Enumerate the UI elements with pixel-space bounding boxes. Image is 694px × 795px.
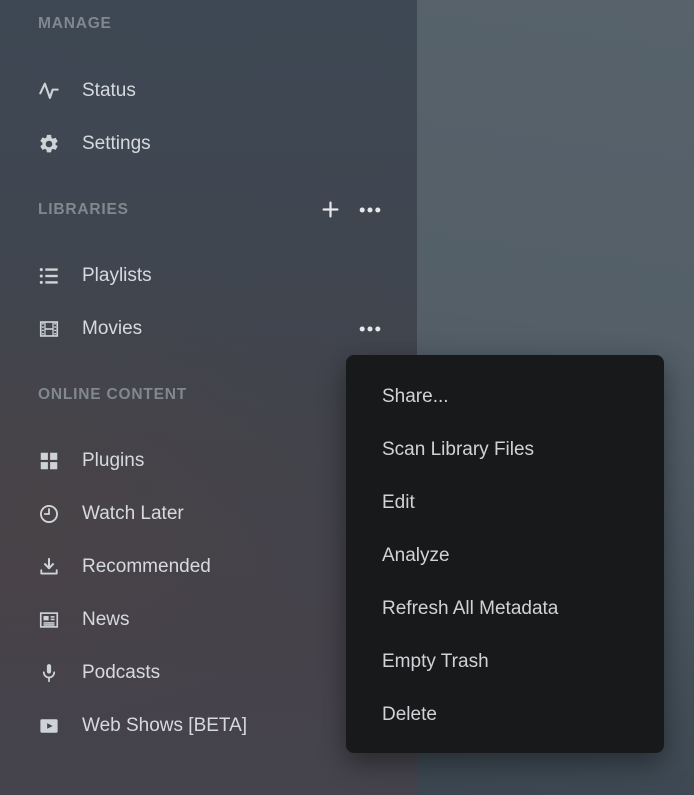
sidebar-item-watch-later[interactable]: Watch Later [38,487,383,540]
sidebar-item-recommended[interactable]: Recommended [38,540,383,593]
film-icon [38,318,60,340]
section-title: LIBRARIES [38,201,129,219]
menu-item-analyze[interactable]: Analyze [346,529,664,582]
download-icon [38,556,60,578]
menu-item-edit[interactable]: Edit [346,476,664,529]
sidebar-item-label: Playlists [82,265,152,287]
sidebar-item-news[interactable]: News [38,593,383,646]
sidebar-item-podcasts[interactable]: Podcasts [38,646,383,699]
sidebar-item-status[interactable]: Status [38,64,383,117]
section-title: ONLINE CONTENT [38,386,187,404]
menu-item-empty-trash[interactable]: Empty Trash [346,635,664,688]
news-icon [38,609,60,631]
clock-icon [38,503,60,525]
sidebar-item-settings[interactable]: Settings [38,117,383,170]
libraries-more-button[interactable] [357,197,383,223]
activity-icon [38,80,60,102]
section-title: MANAGE [38,15,112,33]
sidebar-item-web-shows[interactable]: Web Shows [BETA] [38,699,383,752]
playlist-icon [38,265,60,287]
sidebar-item-label: Settings [82,133,151,155]
section-header-online-content: ONLINE CONTENT [38,368,383,421]
sidebar-item-label: News [82,609,130,631]
sidebar-item-movies[interactable]: Movies [38,302,383,355]
section-header-libraries: LIBRARIES [38,183,383,236]
play-box-icon [38,715,60,737]
gear-icon [38,133,60,155]
movies-context-menu: Share... Scan Library Files Edit Analyze… [346,355,664,753]
sidebar-item-label: Recommended [82,556,211,578]
menu-item-share[interactable]: Share... [346,370,664,423]
plex-sidebar-screen: MANAGE Status Settings LIBRARIES [0,0,694,795]
mic-icon [38,662,60,684]
add-library-button[interactable] [319,198,342,221]
sidebar-item-plugins[interactable]: Plugins [38,434,383,487]
sidebar-item-label: Watch Later [82,503,184,525]
sidebar-item-label: Status [82,80,136,102]
sidebar-item-label: Plugins [82,450,144,472]
sidebar-item-label: Podcasts [82,662,160,684]
sidebar-item-playlists[interactable]: Playlists [38,249,383,302]
menu-item-scan-library-files[interactable]: Scan Library Files [346,423,664,476]
sidebar-item-label: Movies [82,318,142,340]
section-header-manage: MANAGE [38,0,383,48]
menu-item-delete[interactable]: Delete [346,688,664,741]
movies-more-button[interactable] [357,316,383,342]
sidebar-item-label: Web Shows [BETA] [82,715,247,737]
grid-icon [38,450,60,472]
menu-item-refresh-all-metadata[interactable]: Refresh All Metadata [346,582,664,635]
